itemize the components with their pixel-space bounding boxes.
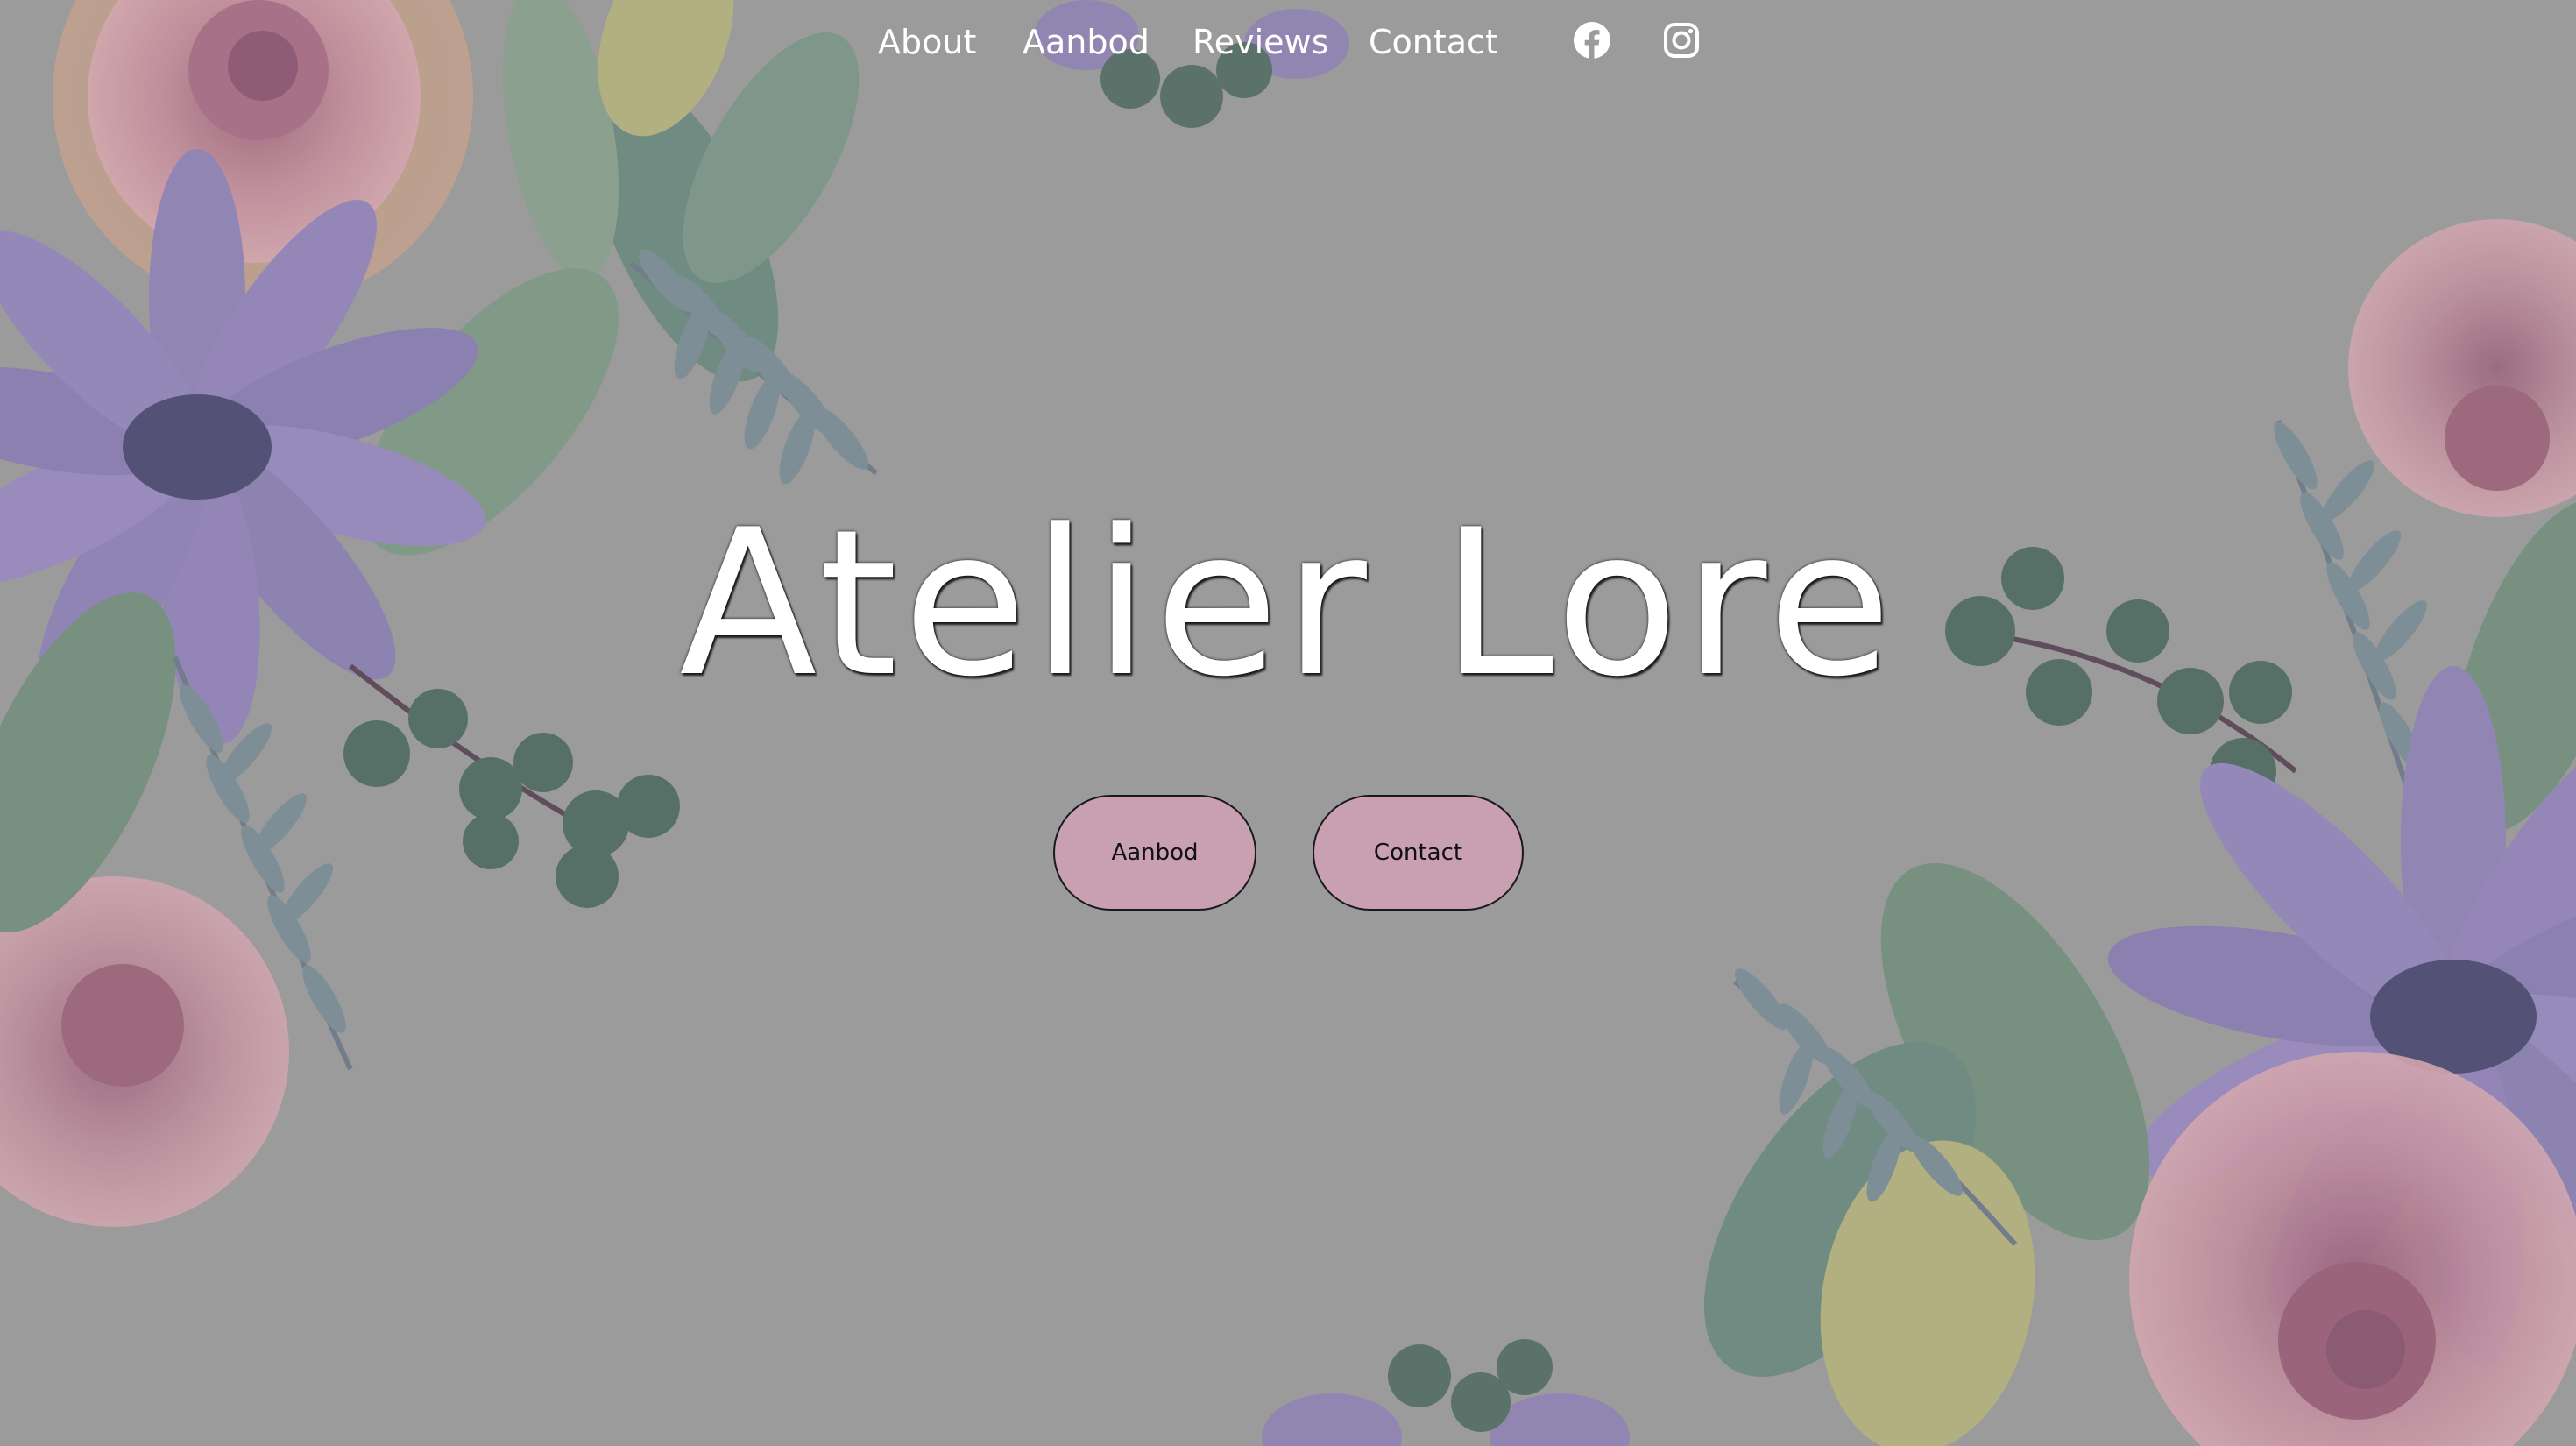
nav-link-contact[interactable]: Contact (1369, 18, 1498, 67)
floral-bottom-center (1262, 1339, 1630, 1446)
floral-right (1703, 219, 2576, 1446)
hero-title: Atelier Lore (679, 487, 1897, 721)
facebook-icon (1574, 22, 1610, 59)
top-navigation: About Aanbod Reviews Contact (0, 0, 2576, 88)
nav-link-reviews[interactable]: Reviews (1192, 18, 1328, 67)
floral-background (0, 0, 2576, 1446)
nav-link-aanbod[interactable]: Aanbod (1023, 18, 1150, 67)
page: About Aanbod Reviews Contact Atelier Lor… (0, 0, 2576, 1446)
instagram-link[interactable] (1662, 21, 1701, 60)
aanbod-button[interactable]: Aanbod (1053, 795, 1256, 911)
nav-link-about[interactable]: About (878, 18, 976, 67)
contact-button[interactable]: Contact (1313, 795, 1524, 911)
facebook-link[interactable] (1573, 21, 1611, 60)
instagram-icon (1664, 23, 1699, 58)
